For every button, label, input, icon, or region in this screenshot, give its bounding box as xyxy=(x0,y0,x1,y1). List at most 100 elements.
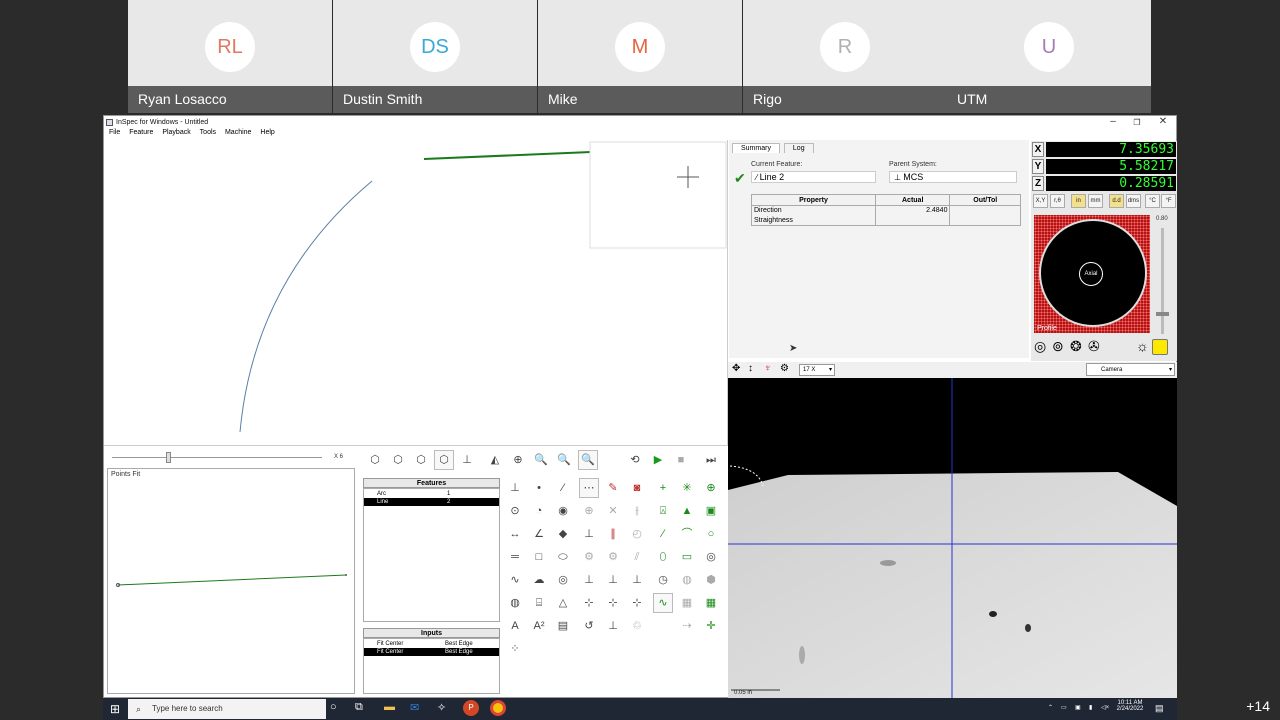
table-row[interactable]: Straightness xyxy=(751,215,1021,226)
recycle-icon[interactable]: ♲ xyxy=(627,616,647,636)
rotate-part-icon[interactable]: ◍ xyxy=(677,570,697,590)
minimize-button[interactable]: – xyxy=(1101,116,1125,127)
camera-tool-icon[interactable]: ◙ xyxy=(627,478,647,498)
arc-center-icon[interactable]: ◔ xyxy=(529,501,549,521)
cylinder-icon[interactable]: ⌸ xyxy=(529,593,549,613)
move-icon[interactable]: ✥ xyxy=(732,363,740,374)
cad-canvas[interactable] xyxy=(104,140,728,446)
menu-playback[interactable]: Playback xyxy=(162,129,190,136)
superscript-icon[interactable]: A² xyxy=(529,616,549,636)
probe-icon[interactable]: ♆ xyxy=(764,363,772,374)
r-theta-button[interactable]: r,θ xyxy=(1050,194,1065,208)
axial-light-button[interactable]: Axial xyxy=(1079,262,1103,286)
curve-icon[interactable]: ∿ xyxy=(505,570,525,590)
menu-machine[interactable]: Machine xyxy=(225,129,251,136)
sphere-icon[interactable]: ◍ xyxy=(505,593,525,613)
slot-icon[interactable]: ⬭ xyxy=(553,547,573,567)
zoom-window-icon[interactable]: ⊕ xyxy=(508,450,528,470)
tray-network-icon[interactable]: ▭ xyxy=(1061,704,1067,711)
parent-system-field[interactable]: ⊥ MCS xyxy=(889,171,1017,183)
camera-source-select[interactable]: Camera ▾ xyxy=(1086,363,1175,376)
menu-help[interactable]: Help xyxy=(260,129,274,136)
translate-y-icon[interactable]: ⊹ xyxy=(603,593,623,613)
midpoint-icon[interactable]: ⫲ xyxy=(627,501,647,521)
datum-icon[interactable]: ⊥ xyxy=(505,478,525,498)
features-list[interactable]: Arc 1 Line 2 xyxy=(363,488,500,622)
more-icon[interactable]: ⋯ xyxy=(579,478,599,498)
clock[interactable]: 10:11 AM 2/24/2022 xyxy=(1115,700,1145,712)
axes-icon[interactable]: ⊥ xyxy=(457,450,477,470)
yz-datum-icon[interactable]: ⊥ xyxy=(603,570,623,590)
circle-point-icon[interactable]: ⊕ xyxy=(701,478,721,498)
zoom-slider-thumb[interactable] xyxy=(166,452,171,463)
ellipse-icon[interactable]: ◉ xyxy=(553,501,573,521)
timer-icon[interactable]: ◷ xyxy=(653,570,673,590)
xy-datum-icon[interactable]: ⊥ xyxy=(579,570,599,590)
view-front-icon[interactable]: ⬡ xyxy=(388,450,408,470)
arc-fit-icon[interactable]: ⌒ xyxy=(677,524,697,544)
current-feature-field[interactable]: ⁄ Line 2 xyxy=(751,171,876,183)
tray-device-icon[interactable]: ▣ xyxy=(1075,704,1081,711)
ring-light-icon[interactable]: ◎ xyxy=(1034,338,1046,355)
image-icon[interactable]: ▲ xyxy=(677,501,697,521)
inputs-list[interactable]: Fit Center Best Edge Fit Center Best Edge xyxy=(363,638,500,694)
grid-icon[interactable]: ▦ xyxy=(701,593,721,613)
circle-center-icon[interactable]: ⊙ xyxy=(505,501,525,521)
close-button[interactable]: ✕ xyxy=(1151,116,1175,127)
blob-icon[interactable]: ⬯ xyxy=(653,547,673,567)
cone-icon[interactable]: △ xyxy=(553,593,573,613)
cad-view[interactable] xyxy=(104,140,728,446)
more-participants-button[interactable]: +14 xyxy=(1246,698,1270,714)
ring-segments-icon[interactable]: ✇ xyxy=(1088,338,1100,355)
hatch-icon[interactable]: ⫽ xyxy=(627,547,647,567)
concentric-icon[interactable]: ◎ xyxy=(701,547,721,567)
rect-fit-icon[interactable]: ▭ xyxy=(677,547,697,567)
table-row[interactable]: Direction 2.4840 xyxy=(751,205,1021,216)
decimal-degrees-button[interactable]: d.d xyxy=(1109,194,1124,208)
mail-icon[interactable]: ✉ xyxy=(410,701,419,714)
light-on-button[interactable] xyxy=(1152,339,1168,355)
menu-file[interactable]: File xyxy=(109,129,120,136)
notification-icon[interactable]: ▤ xyxy=(1155,703,1164,714)
text-icon[interactable]: A xyxy=(505,616,525,636)
ring-icon[interactable]: ◎ xyxy=(553,570,573,590)
distance-icon[interactable]: ↔ xyxy=(505,524,525,544)
tray-volume-icon[interactable]: ◁× xyxy=(1101,704,1109,711)
stop-icon[interactable]: ■ xyxy=(671,450,691,470)
plane-icon[interactable]: ◆ xyxy=(553,524,573,544)
menu-feature[interactable]: Feature xyxy=(129,129,153,136)
scan-curve-icon[interactable]: ∿ xyxy=(653,593,673,613)
translate-x-icon[interactable]: ⊹ xyxy=(579,593,599,613)
gear-icon[interactable]: ⚙ xyxy=(603,547,623,567)
camera-settings-icon[interactable]: ⚙ xyxy=(780,363,789,374)
parallel-icon[interactable]: ∥ xyxy=(603,524,623,544)
participant-tile[interactable]: M Mike xyxy=(538,0,742,113)
restore-button[interactable]: ❐ xyxy=(1125,118,1149,127)
edge-tool-icon[interactable]: ✎ xyxy=(603,478,623,498)
ring-sectors-icon[interactable]: ❂ xyxy=(1070,338,1082,355)
shape-icon[interactable]: ⬢ xyxy=(701,570,721,590)
circle-fit-icon[interactable]: ○ xyxy=(701,524,721,544)
zoom-select[interactable]: 17 X ▾ xyxy=(799,364,835,376)
participant-tile[interactable]: DS Dustin Smith xyxy=(333,0,537,113)
calculator-icon[interactable]: ▤ xyxy=(553,616,573,636)
participant-tile[interactable]: RL Ryan Losacco xyxy=(128,0,332,113)
gear-circle-icon[interactable]: ⚙ xyxy=(579,547,599,567)
mm-button[interactable]: mm xyxy=(1088,194,1103,208)
dms-button[interactable]: dms xyxy=(1126,194,1141,208)
light-slider-track[interactable] xyxy=(1161,228,1164,334)
intersect-icon[interactable]: ✕ xyxy=(603,501,623,521)
xz-datum-icon[interactable]: ⊥ xyxy=(627,570,647,590)
cortana-icon[interactable]: ○ xyxy=(330,701,337,713)
participant-tile[interactable]: R Rigo xyxy=(743,0,947,113)
light-control[interactable]: Axial Profile xyxy=(1034,215,1150,333)
add-point-icon[interactable]: + xyxy=(653,478,673,498)
ring-quad-icon[interactable]: ⊚ xyxy=(1052,338,1064,355)
view-side-icon[interactable]: ⬡ xyxy=(411,450,431,470)
perpendicular-icon[interactable]: ⊥ xyxy=(579,524,599,544)
line-feature[interactable] xyxy=(423,151,592,160)
windows-start-icon[interactable]: ⊞ xyxy=(110,702,120,716)
rotate-icon[interactable]: ↺ xyxy=(579,616,599,636)
fit-view-icon[interactable]: ◭ xyxy=(485,450,505,470)
translate-z-icon[interactable]: ⊹ xyxy=(627,593,647,613)
